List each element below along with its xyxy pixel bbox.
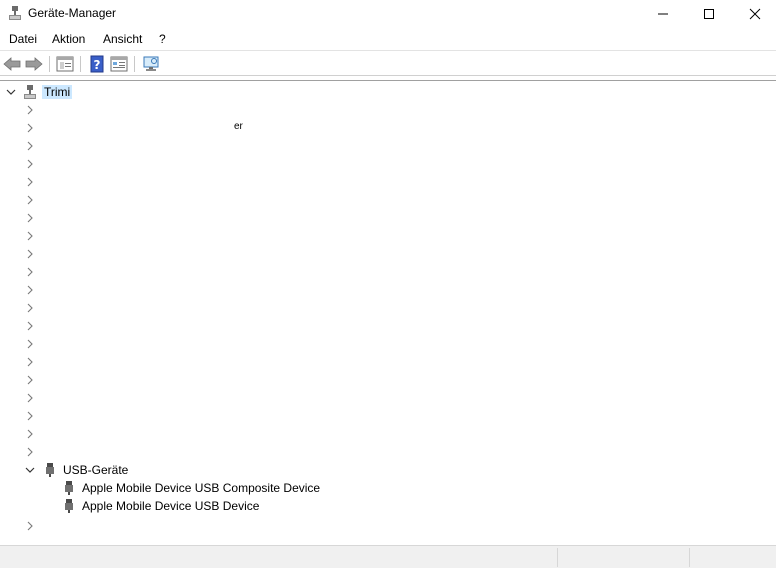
tree-category-row[interactable] xyxy=(0,425,776,443)
chevron-right-icon[interactable] xyxy=(25,177,35,187)
chevron-right-icon[interactable] xyxy=(25,213,35,223)
forward-arrow-icon[interactable] xyxy=(25,55,43,73)
tree-category-row[interactable] xyxy=(0,281,776,299)
chevron-right-icon[interactable] xyxy=(25,141,35,151)
tree-category-row[interactable] xyxy=(0,353,776,371)
tree-category-row[interactable] xyxy=(0,371,776,389)
chevron-right-icon[interactable] xyxy=(25,267,35,277)
scan-hardware-icon[interactable] xyxy=(142,55,160,73)
usb-category-label: USB-Geräte xyxy=(63,463,129,477)
menu-bar: Datei Aktion Ansicht ? xyxy=(0,29,776,49)
chevron-right-icon[interactable] xyxy=(25,357,35,367)
device-manager-icon xyxy=(7,5,23,21)
device-tree: Trimi er USB-Geräte Apple Mobile Device … xyxy=(0,80,776,543)
chevron-right-icon[interactable] xyxy=(25,339,35,349)
close-button[interactable] xyxy=(732,0,776,28)
usb-icon xyxy=(61,480,77,496)
chevron-right-icon[interactable] xyxy=(25,123,35,133)
tree-fragment-label: er xyxy=(234,121,243,132)
svg-text:?: ? xyxy=(94,58,101,72)
tree-category-row[interactable] xyxy=(0,263,776,281)
chevron-right-icon[interactable] xyxy=(25,105,35,115)
chevron-right-icon[interactable] xyxy=(25,375,35,385)
device-label: Apple Mobile Device USB Device xyxy=(82,499,260,513)
chevron-right-icon[interactable] xyxy=(25,285,35,295)
tree-device-row[interactable]: Apple Mobile Device USB Composite Device xyxy=(0,479,776,497)
chevron-right-icon[interactable] xyxy=(25,321,35,331)
tree-category-row[interactable] xyxy=(0,101,776,119)
toolbar: ? xyxy=(0,50,776,76)
tree-category-row[interactable] xyxy=(0,335,776,353)
title-bar: Geräte-Manager xyxy=(0,0,776,28)
status-pane xyxy=(557,548,689,567)
chevron-right-icon[interactable] xyxy=(25,195,35,205)
menu-help[interactable]: ? xyxy=(159,32,166,46)
menu-ansicht[interactable]: Ansicht xyxy=(103,32,142,46)
chevron-right-icon[interactable] xyxy=(25,429,35,439)
toolbar-separator xyxy=(80,56,81,72)
status-pane xyxy=(689,548,776,567)
tree-category-row[interactable] xyxy=(0,191,776,209)
tree-root-label: Trimi xyxy=(42,85,73,99)
chevron-right-icon[interactable] xyxy=(25,249,35,259)
tree-category-row[interactable] xyxy=(0,317,776,335)
back-arrow-icon[interactable] xyxy=(3,55,21,73)
computer-icon xyxy=(22,84,38,100)
toolbar-separator xyxy=(49,56,50,72)
chevron-right-icon[interactable] xyxy=(25,303,35,313)
chevron-right-icon[interactable] xyxy=(25,447,35,457)
tree-category-row[interactable] xyxy=(0,155,776,173)
tree-category-row[interactable] xyxy=(0,209,776,227)
menu-datei[interactable]: Datei xyxy=(9,32,37,46)
properties-icon[interactable] xyxy=(56,55,74,73)
chevron-down-icon[interactable] xyxy=(6,87,16,97)
tree-category-row[interactable] xyxy=(0,245,776,263)
tree-root-row[interactable]: Trimi xyxy=(0,83,776,101)
usb-icon xyxy=(42,462,58,478)
tree-category-row[interactable] xyxy=(0,407,776,425)
chevron-right-icon[interactable] xyxy=(25,231,35,241)
tree-device-row[interactable]: Apple Mobile Device USB Device xyxy=(0,497,776,515)
menu-aktion[interactable]: Aktion xyxy=(52,32,85,46)
window-title: Geräte-Manager xyxy=(28,6,117,20)
update-driver-icon[interactable] xyxy=(110,55,128,73)
chevron-down-icon[interactable] xyxy=(25,465,35,475)
tree-category-row[interactable] xyxy=(0,443,776,461)
tree-category-row[interactable]: er xyxy=(0,119,776,137)
maximize-button[interactable] xyxy=(686,0,732,28)
tree-category-row[interactable] xyxy=(0,517,776,535)
device-label: Apple Mobile Device USB Composite Device xyxy=(82,481,321,495)
chevron-right-icon[interactable] xyxy=(25,159,35,169)
minimize-button[interactable] xyxy=(640,0,686,28)
tree-category-row[interactable] xyxy=(0,227,776,245)
help-icon[interactable]: ? xyxy=(88,55,106,73)
tree-category-row[interactable] xyxy=(0,389,776,407)
tree-category-usb[interactable]: USB-Geräte xyxy=(0,461,776,479)
tree-category-row[interactable] xyxy=(0,137,776,155)
chevron-right-icon[interactable] xyxy=(25,393,35,403)
chevron-right-icon[interactable] xyxy=(25,521,35,531)
usb-icon xyxy=(61,498,77,514)
status-bar xyxy=(0,545,776,568)
tree-category-row[interactable] xyxy=(0,299,776,317)
toolbar-separator xyxy=(134,56,135,72)
tree-category-row[interactable] xyxy=(0,173,776,191)
chevron-right-icon[interactable] xyxy=(25,411,35,421)
